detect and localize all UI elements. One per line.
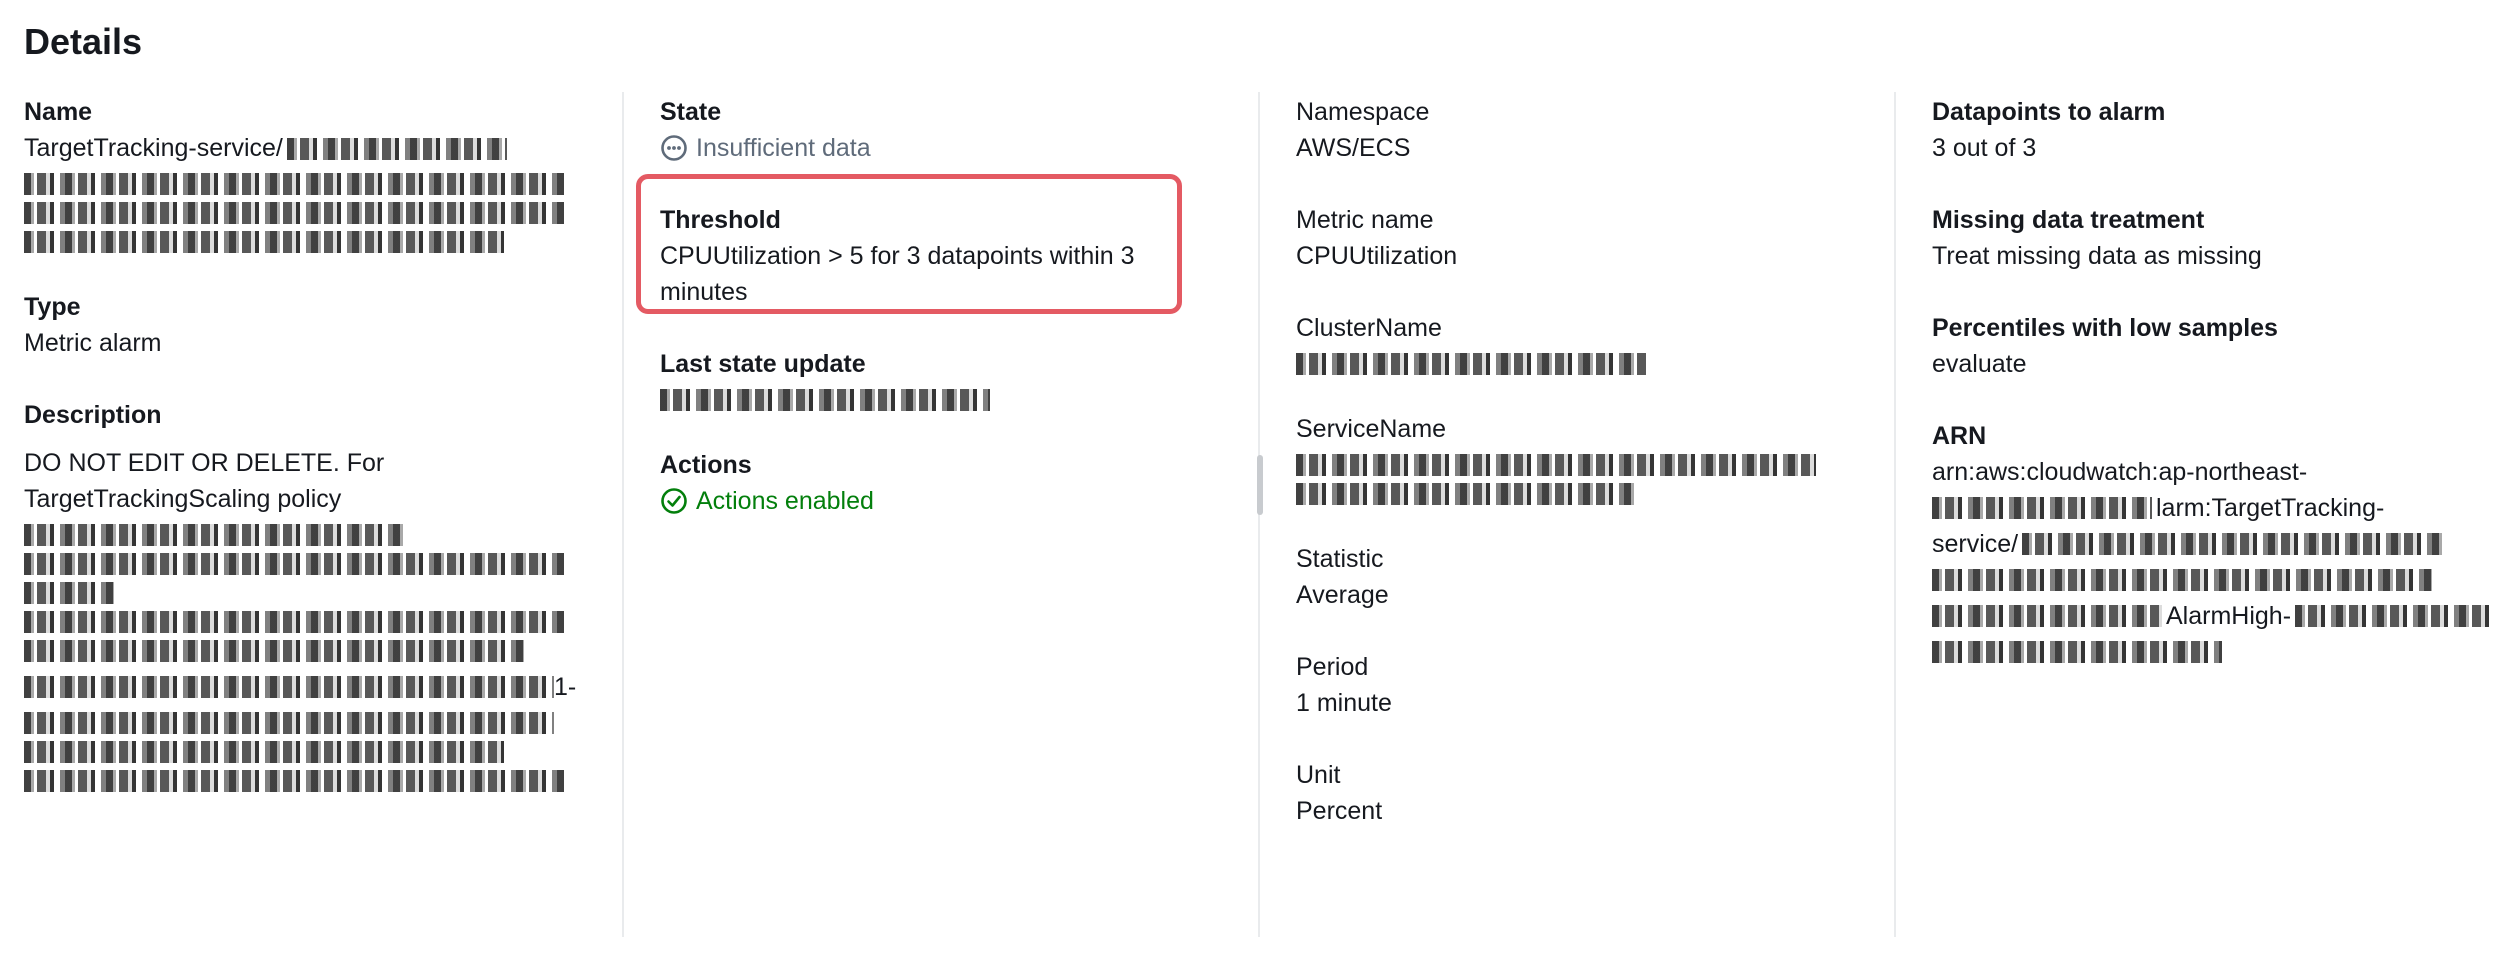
redacted-text xyxy=(24,524,404,546)
redacted-text xyxy=(24,202,564,224)
datapoints-to-alarm-field: Datapoints to alarm 3 out of 3 xyxy=(1932,94,2512,166)
state-status: Insufficient data xyxy=(660,130,1240,166)
arn-field: ARN arn:aws:cloudwatch:ap-northeast- lar… xyxy=(1932,418,2512,663)
missing-data-field: Missing data treatment Treat missing dat… xyxy=(1932,202,2512,274)
actions-status: Actions enabled xyxy=(660,483,1240,519)
name-value-text: TargetTracking-service/ xyxy=(24,134,283,162)
service-name-field: ServiceName xyxy=(1296,411,1876,505)
cluster-name-field: ClusterName xyxy=(1296,310,1876,375)
missing-data-value: Treat missing data as missing xyxy=(1932,242,2262,270)
redacted-text xyxy=(1932,569,2432,591)
details-column-3: Namespace AWS/ECS Metric name CPUUtiliza… xyxy=(1296,94,1876,865)
check-circle-icon xyxy=(661,488,687,514)
redacted-text xyxy=(24,712,554,734)
actions-label: Actions xyxy=(660,451,752,479)
statistic-label: Statistic xyxy=(1296,545,1384,573)
namespace-label: Namespace xyxy=(1296,98,1430,126)
redacted-text xyxy=(2295,605,2496,627)
redacted-text xyxy=(1932,497,2152,519)
last-state-update-label: Last state update xyxy=(660,350,866,378)
statistic-field: Statistic Average xyxy=(1296,541,1876,613)
type-field: Type Metric alarm xyxy=(24,289,584,361)
column-divider xyxy=(1894,92,1896,937)
type-label: Type xyxy=(24,293,81,321)
column-divider xyxy=(622,92,624,937)
redacted-text xyxy=(2022,533,2443,555)
state-field: State Insufficient data xyxy=(660,94,1240,166)
page-title: Details xyxy=(24,21,143,62)
redacted-text xyxy=(24,553,564,575)
actions-value: Actions enabled xyxy=(696,487,874,515)
metric-name-label: Metric name xyxy=(1296,206,1434,234)
redacted-text xyxy=(24,611,564,633)
arn-line: service/ xyxy=(1932,526,2512,562)
description-fragment: 1- xyxy=(554,673,577,701)
description-value: DO NOT EDIT OR DELETE. For TargetTrackin… xyxy=(24,445,584,792)
redacted-text xyxy=(660,389,990,411)
unit-field: Unit Percent xyxy=(1296,757,1876,829)
redacted-text xyxy=(1932,641,2222,663)
redacted-text xyxy=(24,770,564,792)
description-line: TargetTrackingScaling policy xyxy=(24,485,342,513)
namespace-value: AWS/ECS xyxy=(1296,134,1411,162)
redacted-text xyxy=(1296,454,1816,476)
last-state-update-field: Last state update xyxy=(660,346,1240,411)
description-label: Description xyxy=(24,401,162,429)
arn-line: arn:aws:cloudwatch:ap-northeast- xyxy=(1932,458,2308,486)
redacted-text xyxy=(24,173,564,195)
description-line: DO NOT EDIT OR DELETE. For xyxy=(24,449,385,477)
metric-name-field: Metric name CPUUtilization xyxy=(1296,202,1876,274)
unit-label: Unit xyxy=(1296,761,1341,789)
percentiles-value: evaluate xyxy=(1932,350,2027,378)
type-value: Metric alarm xyxy=(24,329,162,357)
unit-value: Percent xyxy=(1296,797,1383,825)
state-value: Insufficient data xyxy=(696,134,871,162)
details-column-2: State Insufficient data Threshold CPUUti… xyxy=(636,94,1240,555)
actions-field: Actions Actions enabled xyxy=(660,447,1240,519)
redacted-text xyxy=(1932,605,2162,627)
redacted-text xyxy=(1296,353,1646,375)
name-field: Name TargetTracking-service/ xyxy=(24,94,584,253)
state-label: State xyxy=(660,98,722,126)
ellipsis-circle-icon xyxy=(661,135,687,161)
description-line: 1- xyxy=(24,669,584,705)
redacted-text xyxy=(1296,483,1636,505)
redacted-text xyxy=(24,582,114,604)
arn-line-text: larm:TargetTracking- xyxy=(2156,494,2385,522)
service-name-label: ServiceName xyxy=(1296,415,1447,443)
period-label: Period xyxy=(1296,653,1369,681)
arn-value: arn:aws:cloudwatch:ap-northeast- larm:Ta… xyxy=(1932,454,2512,663)
arn-label: ARN xyxy=(1932,422,1987,450)
arn-line: AlarmHigh- xyxy=(1932,598,2512,634)
redacted-text xyxy=(24,676,554,698)
datapoints-to-alarm-value: 3 out of 3 xyxy=(1932,134,2037,162)
scrollbar-thumb[interactable] xyxy=(1257,455,1263,515)
percentiles-label: Percentiles with low samples xyxy=(1932,314,2278,342)
arn-line-text: service/ xyxy=(1932,530,2019,558)
missing-data-label: Missing data treatment xyxy=(1932,206,2205,234)
redacted-text xyxy=(24,231,504,253)
cluster-name-label: ClusterName xyxy=(1296,314,1442,342)
redacted-text xyxy=(24,640,524,662)
description-field: Description DO NOT EDIT OR DELETE. For T… xyxy=(24,397,584,792)
name-value: TargetTracking-service/ xyxy=(24,130,584,253)
namespace-field: Namespace AWS/ECS xyxy=(1296,94,1876,166)
arn-line-text: AlarmHigh- xyxy=(2166,602,2292,630)
details-column-4: Datapoints to alarm 3 out of 3 Missing d… xyxy=(1932,94,2512,699)
details-column-1: Name TargetTracking-service/ Type Metric… xyxy=(24,94,584,828)
redacted-text xyxy=(24,741,504,763)
period-field: Period 1 minute xyxy=(1296,649,1876,721)
datapoints-to-alarm-label: Datapoints to alarm xyxy=(1932,98,2166,126)
threshold-highlight xyxy=(636,174,1182,314)
threshold-field: Threshold CPUUtilization > 5 for 3 datap… xyxy=(636,174,1240,314)
metric-name-value: CPUUtilization xyxy=(1296,242,1458,270)
statistic-value: Average xyxy=(1296,581,1389,609)
arn-line: larm:TargetTracking- xyxy=(1932,490,2512,526)
period-value: 1 minute xyxy=(1296,689,1392,717)
redacted-text xyxy=(286,138,507,161)
name-label: Name xyxy=(24,98,93,126)
percentiles-field: Percentiles with low samples evaluate xyxy=(1932,310,2512,382)
